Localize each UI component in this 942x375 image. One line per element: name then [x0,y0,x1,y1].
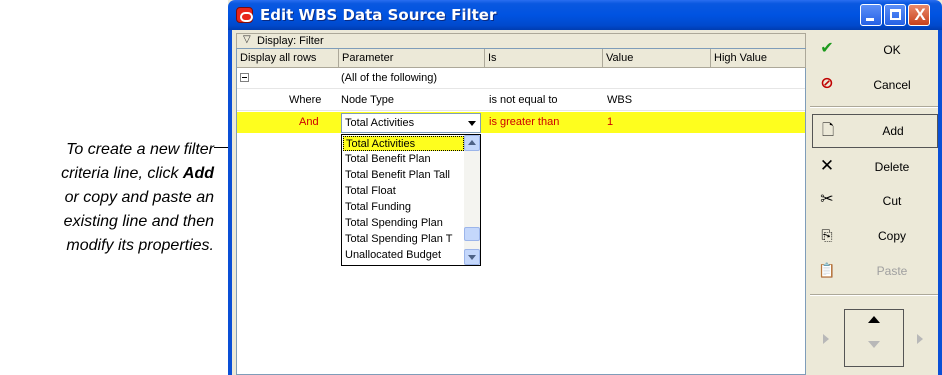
dropdown-option[interactable]: Total Spending Plan [343,216,464,231]
callout-line-4: existing line and then [63,213,214,230]
move-left-icon[interactable] [823,334,829,344]
paste-label: Paste [876,264,908,278]
move-up-icon[interactable] [868,316,880,323]
scroll-down-icon[interactable] [464,249,480,265]
move-arrows-panel [810,303,938,375]
cancel-label: Cancel [873,78,911,92]
cut-button[interactable]: ✂ Cut [812,184,938,218]
delete-label: Delete [874,160,910,174]
window-frame-right [938,30,942,375]
row-2-value[interactable]: WBS [607,94,632,106]
scroll-thumb[interactable] [464,227,480,241]
window-title: Edit WBS Data Source Filter [260,6,497,24]
column-header-parameter[interactable]: Parameter [339,49,485,68]
dropdown-option[interactable]: Total Spending Plan T [343,232,464,247]
cancel-icon: ⊘ [820,75,834,92]
scroll-up-icon[interactable] [464,135,480,151]
column-header-display-all-rows[interactable]: Display all rows [237,49,339,68]
copy-button[interactable]: ⎘ Copy [812,219,938,253]
group-header-label: Display: Filter [257,35,324,47]
cut-label: Cut [882,194,902,208]
paste-button: 📋 Paste [812,254,938,288]
parameter-dropdown-list[interactable]: Total Activities Total Benefit Plan Tota… [341,134,481,266]
copy-icon: ⎘ [821,227,833,243]
row-divider [237,110,805,111]
close-icon: X [914,5,926,24]
row-2-conjunction[interactable]: Where [289,94,321,106]
row-3-value[interactable]: 1 [607,116,613,128]
row-3-operator[interactable]: is greater than [489,116,559,128]
callout-line-5: modify its properties. [66,237,214,254]
callout-text: criteria line, click [61,165,183,182]
dropdown-option[interactable]: Unallocated Budget [343,248,464,263]
title-bar[interactable]: Edit WBS Data Source Filter X [228,0,942,30]
callout-line-1: To create a new filter [66,141,214,158]
new-document-icon: 🗋 [821,122,835,139]
callout-annotation: To create a new filter criteria line, cl… [0,138,214,258]
add-button[interactable]: 🗋 Add [812,114,938,148]
dropdown-arrow-icon[interactable] [464,115,479,131]
copy-label: Copy [877,229,906,243]
arrow-icons [823,316,923,348]
dialog-window: Edit WBS Data Source Filter X ▽ Display:… [228,0,942,375]
column-header-high-value[interactable]: High Value [711,49,806,68]
column-header-value[interactable]: Value [603,49,711,68]
row-all-of-following[interactable]: (All of the following) [341,72,437,84]
delete-button[interactable]: ✕ Delete [812,150,938,184]
checkmark-icon: ✔ [820,40,834,57]
dropdown-option[interactable]: Total Float [343,184,464,199]
callout-line-2: criteria line, click Add [0,162,214,186]
row-2-parameter[interactable]: Node Type [341,94,394,106]
paste-icon: 📋 [818,262,836,278]
close-button[interactable]: X [908,4,930,26]
app-icon [236,7,253,23]
minimize-button[interactable] [860,4,882,26]
dropdown-scrollbar[interactable] [464,135,480,265]
add-label: Add [882,124,904,138]
dropdown-option[interactable]: Total Activities [343,136,464,151]
chevron-down-icon: ▽ [243,34,251,45]
parameter-dropdown[interactable]: Total Activities [341,113,481,133]
cancel-button[interactable]: ⊘ Cancel [812,68,938,102]
ok-button[interactable]: ✔ OK [812,33,938,67]
scissors-icon: ✂ [820,191,834,208]
row-divider [237,88,805,89]
group-header[interactable]: ▽ Display: Filter [236,33,806,49]
separator [810,294,938,296]
dropdown-option[interactable]: Total Benefit Plan [343,152,464,167]
filter-grid[interactable]: Display all rows Parameter Is Value High… [236,48,806,375]
callout-line-3: or copy and paste an [64,189,214,206]
separator [810,106,938,108]
parameter-dropdown-value: Total Activities [345,117,415,129]
row-3-conjunction[interactable]: And [299,116,319,128]
window-frame-left [228,30,232,375]
delete-x-icon: ✕ [819,156,835,175]
column-header-is[interactable]: Is [485,49,603,68]
maximize-button[interactable] [884,4,906,26]
row-2-operator[interactable]: is not equal to [489,94,558,106]
dropdown-option[interactable]: Total Funding [343,200,464,215]
minimize-icon [866,18,874,21]
collapse-tree-icon[interactable] [240,73,249,82]
move-right-icon[interactable] [917,334,923,344]
callout-bold-add: Add [182,165,214,182]
maximize-icon [890,9,901,20]
move-down-icon[interactable] [868,341,880,348]
ok-label: OK [883,43,901,57]
dropdown-option[interactable]: Total Benefit Plan Tall [343,168,464,183]
